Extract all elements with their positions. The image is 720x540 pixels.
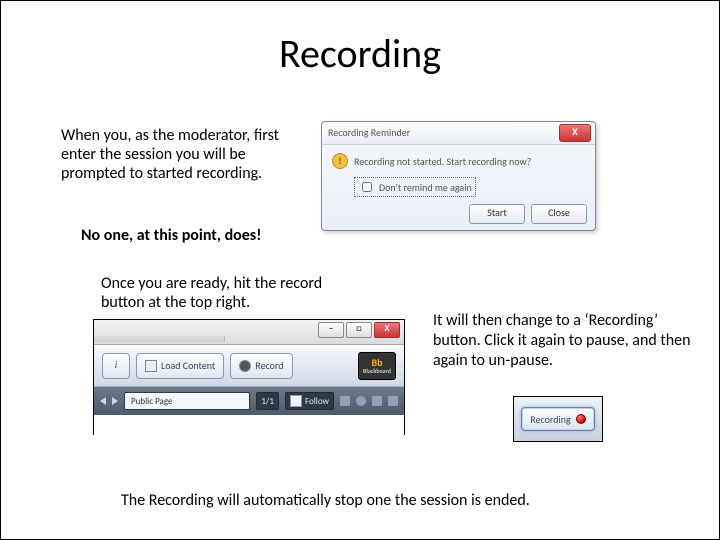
follow-label: Follow <box>305 396 329 407</box>
tool-icon-1[interactable] <box>340 396 350 406</box>
follow-checkbox-icon <box>290 395 302 407</box>
close-button[interactable]: Close <box>531 204 587 224</box>
start-button[interactable]: Start <box>469 204 525 224</box>
page-counter-chip: 1/1 <box>256 392 279 410</box>
recording-reminder-dialog: Recording Reminder X ! Recording not sta… <box>321 121 596 231</box>
record-label: Record <box>255 359 283 372</box>
dialog-body: ! Recording not started. Start recording… <box>322 145 595 205</box>
record-icon <box>239 360 251 372</box>
dialog-button-row: Start Close <box>469 204 587 224</box>
page-counter: 1/1 <box>261 396 274 407</box>
maximize-button[interactable]: □ <box>346 322 372 338</box>
dialog-close-button[interactable]: X <box>559 124 591 142</box>
recording-button-label: Recording <box>530 413 571 426</box>
dont-remind-label: Don't remind me again <box>379 181 472 194</box>
tool-icon-3[interactable] <box>372 396 382 406</box>
prev-page-icon[interactable] <box>100 397 106 405</box>
window-controls: – □ X <box>318 322 400 338</box>
intro-paragraph: When you, as the moderator, first enter … <box>61 126 296 184</box>
recording-dot-icon <box>576 414 586 424</box>
toolbar-screenshot: – □ X i Load Content Record Bb Blackboar… <box>93 319 405 435</box>
slide: Recording When you, as the moderator, fi… <box>0 0 720 540</box>
follow-toggle[interactable]: Follow <box>285 392 334 410</box>
dialog-title-text: Recording Reminder <box>328 126 410 139</box>
load-content-icon <box>145 360 157 372</box>
recording-button-screenshot: Recording <box>513 396 603 442</box>
once-ready-paragraph: Once you are ready, hit the record butto… <box>101 274 361 312</box>
next-page-icon[interactable] <box>112 397 118 405</box>
load-content-label: Load Content <box>161 359 215 372</box>
dialog-message-row: ! Recording not started. Start recording… <box>332 153 585 169</box>
load-content-button[interactable]: Load Content <box>136 353 224 379</box>
autostop-paragraph: The Recording will automatically stop on… <box>121 491 681 510</box>
logo-main: Bb <box>372 358 383 368</box>
toolbar-bottom-gap <box>94 415 404 435</box>
blackboard-logo: Bb Blackboard <box>358 352 396 380</box>
warning-icon: ! <box>332 153 348 169</box>
info-icon: i <box>115 360 118 371</box>
window-titlebar: – □ X <box>94 320 404 345</box>
dont-remind-checkbox[interactable] <box>362 182 372 192</box>
dialog-titlebar: Recording Reminder X <box>322 122 595 145</box>
info-button[interactable]: i <box>102 353 130 379</box>
dont-remind-row[interactable]: Don't remind me again <box>354 177 476 197</box>
page-nav-bar: Public Page 1/1 Follow <box>94 387 404 415</box>
page-title: Recording <box>1 29 719 78</box>
page-name-field[interactable]: Public Page <box>124 392 250 410</box>
change-paragraph: It will then change to a ‘Recording’ but… <box>433 311 693 371</box>
main-toolbar: i Load Content Record Bb Blackboard <box>94 345 404 387</box>
minimize-button[interactable]: – <box>318 322 344 338</box>
tool-icon-2[interactable] <box>356 396 366 406</box>
record-button[interactable]: Record <box>230 353 292 379</box>
titlebar-edge <box>94 336 225 342</box>
tool-icon-4[interactable] <box>388 396 398 406</box>
recording-button[interactable]: Recording <box>521 407 595 431</box>
emphasis-note: No one, at this point, does! <box>81 226 261 245</box>
dialog-message-text: Recording not started. Start recording n… <box>354 155 531 168</box>
window-close-button[interactable]: X <box>374 322 400 338</box>
logo-sub: Blackboard <box>363 368 391 374</box>
